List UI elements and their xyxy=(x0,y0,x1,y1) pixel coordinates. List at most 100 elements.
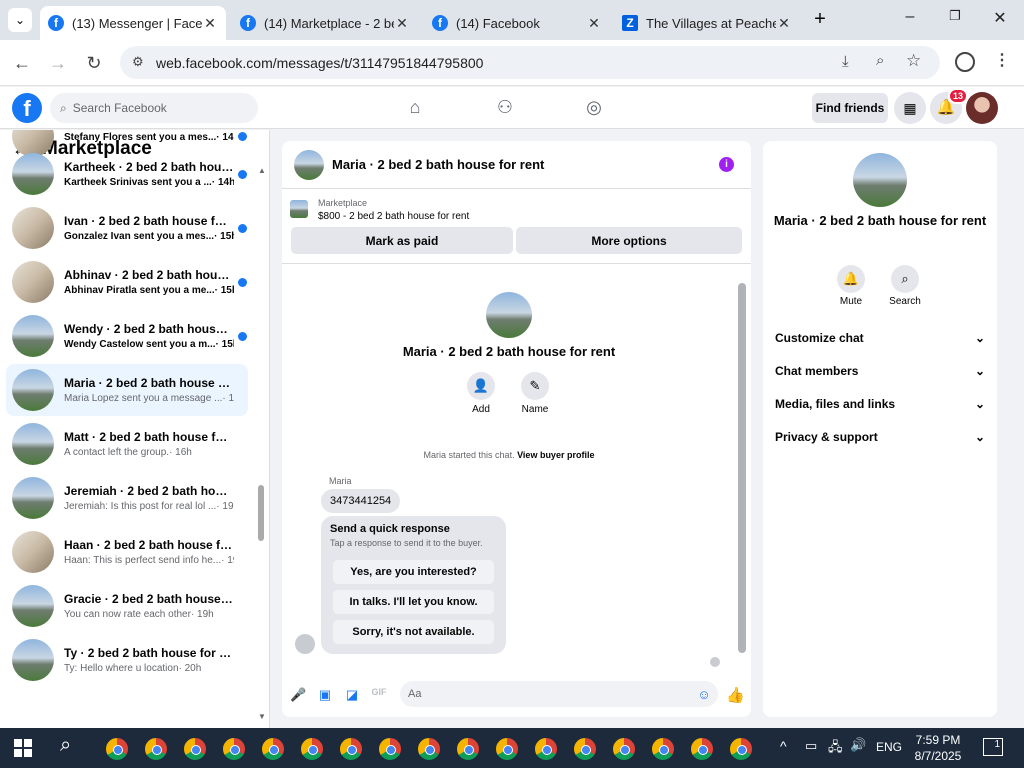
tab-close-icon[interactable]: ✕ xyxy=(202,15,218,32)
network-icon[interactable]: 🖧 xyxy=(828,738,843,760)
chrome-taskbar-icon[interactable] xyxy=(260,736,286,762)
conversation-item[interactable]: Maria · 2 bed 2 bath house for r... Maria… xyxy=(6,364,248,416)
zoom-icon[interactable]: ⌕ xyxy=(876,52,884,69)
quick-response-not-available[interactable]: Sorry, it's not available. xyxy=(333,620,494,644)
mute-bell-icon[interactable]: 🔔 xyxy=(837,265,865,293)
chrome-taskbar-icon[interactable] xyxy=(611,736,637,762)
conversation-item[interactable]: Ivan · 2 bed 2 bath house for ... Gonzale… xyxy=(6,202,248,254)
profile-icon[interactable] xyxy=(955,52,975,72)
tray-chevron-icon[interactable]: ^ xyxy=(780,738,787,754)
chat-title[interactable]: Maria · 2 bed 2 bath house for rent xyxy=(332,157,544,172)
sticker-icon[interactable]: ◪ xyxy=(344,687,360,703)
chrome-taskbar-icon[interactable] xyxy=(299,736,325,762)
forward-arrow-icon[interactable]: → xyxy=(45,50,71,76)
account-avatar[interactable] xyxy=(966,92,998,124)
tab-marketplace[interactable]: f (14) Marketplace - 2 bed ✕ xyxy=(232,6,418,40)
sidebar-scrollbar[interactable] xyxy=(258,485,264,541)
friends-icon[interactable]: ⚇ xyxy=(494,97,516,119)
chat-scrollbar[interactable] xyxy=(738,283,746,653)
more-options-button[interactable]: More options xyxy=(516,227,742,254)
browser-menu-icon[interactable]: ⋮ xyxy=(994,50,1010,70)
tab-close-icon[interactable]: ✕ xyxy=(586,15,602,32)
conversation-item[interactable]: Kartheek · 2 bed 2 bath house... Kartheek… xyxy=(6,148,248,200)
emoji-icon[interactable]: ☺ xyxy=(696,687,712,703)
customize-chat-section[interactable]: Customize chat ⌄ xyxy=(775,325,985,351)
conversation-item[interactable]: Haan · 2 bed 2 bath house for r... Haan: … xyxy=(6,526,248,578)
chat-avatar[interactable] xyxy=(294,149,324,180)
conversation-item[interactable]: Wendy · 2 bed 2 bath house f... Wendy Cas… xyxy=(6,310,248,362)
notification-center-icon[interactable]: 1 xyxy=(983,738,1003,756)
maximize-button[interactable]: ❐ xyxy=(940,8,970,32)
close-window-button[interactable]: ✕ xyxy=(985,8,1015,32)
conversation-item[interactable]: Gracie · 2 bed 2 bath house for ... You c… xyxy=(6,580,248,632)
groups-icon[interactable]: ◎ xyxy=(583,97,605,119)
message-input[interactable]: Aa xyxy=(400,681,718,707)
chrome-taskbar-icon[interactable] xyxy=(416,736,442,762)
photo-icon[interactable]: ▣ xyxy=(317,687,333,703)
scroll-up-arrow-icon[interactable]: ▲ xyxy=(258,166,266,175)
address-bar[interactable]: ⚙ web.facebook.com/messages/t/3114795184… xyxy=(120,46,940,79)
facebook-search-input[interactable]: ⌕ Search Facebook xyxy=(50,93,258,123)
conversation-item[interactable]: Jeremiah · 2 bed 2 bath house f... Jeremi… xyxy=(6,472,248,524)
meet-icon[interactable]: ▭ xyxy=(805,738,817,754)
chrome-taskbar-icon[interactable] xyxy=(104,736,130,762)
find-friends-button[interactable]: Find friends xyxy=(812,93,888,123)
chrome-taskbar-icon[interactable] xyxy=(377,736,403,762)
add-people-icon[interactable]: 👤 xyxy=(467,372,495,400)
reload-icon[interactable]: ↻ xyxy=(81,50,107,76)
privacy-support-section[interactable]: Privacy & support ⌄ xyxy=(775,424,985,450)
chrome-taskbar-icon[interactable] xyxy=(650,736,676,762)
menu-grid-icon[interactable]: ▦ xyxy=(894,92,926,124)
chrome-taskbar-icon[interactable] xyxy=(221,736,247,762)
chrome-taskbar-icon[interactable] xyxy=(533,736,559,762)
media-files-links-section[interactable]: Media, files and links ⌄ xyxy=(775,391,985,417)
search-icon[interactable]: ⌕ xyxy=(60,734,71,757)
chrome-taskbar-icon[interactable] xyxy=(494,736,520,762)
tab-close-icon[interactable]: ✕ xyxy=(394,15,410,32)
listing-thumbnail[interactable] xyxy=(290,200,308,218)
gif-icon[interactable]: GIF xyxy=(371,687,387,703)
info-icon[interactable]: i xyxy=(719,157,734,172)
tab-close-icon[interactable]: ✕ xyxy=(776,15,792,32)
microphone-icon[interactable]: 🎤 xyxy=(290,687,306,703)
chrome-taskbar-icon[interactable] xyxy=(728,736,754,762)
tab-search-button[interactable]: ⌄ xyxy=(8,8,32,32)
conversation-time: · 19h xyxy=(190,609,214,620)
url-text[interactable]: web.facebook.com/messages/t/311479518447… xyxy=(156,55,483,71)
view-buyer-profile-link[interactable]: View buyer profile xyxy=(517,450,594,460)
bookmark-star-icon[interactable]: ☆ xyxy=(906,51,921,71)
chrome-taskbar-icon[interactable] xyxy=(338,736,364,762)
quick-response-in-talks[interactable]: In talks. I'll let you know. xyxy=(333,590,494,614)
clock[interactable]: 7:59 PM 8/7/2025 xyxy=(912,732,964,764)
facebook-logo[interactable]: f xyxy=(12,93,42,123)
tab-facebook[interactable]: f (14) Facebook ✕ xyxy=(424,6,610,40)
chat-members-section[interactable]: Chat members ⌄ xyxy=(775,358,985,384)
listing-title[interactable]: $800 - 2 bed 2 bath house for rent xyxy=(318,211,469,222)
quick-response-yes[interactable]: Yes, are you interested? xyxy=(333,560,494,584)
tab-messenger[interactable]: f (13) Messenger | Facebook ✕ xyxy=(40,6,226,40)
new-tab-button[interactable]: + xyxy=(810,8,830,32)
tab-villages[interactable]: Z The Villages at Peachers ✕ xyxy=(614,6,800,40)
conversation-item[interactable]: Matt · 2 bed 2 bath house for r... A cont… xyxy=(6,418,248,470)
conversation-item[interactable]: Ty · 2 bed 2 bath house for rent Ty: Hell… xyxy=(6,634,248,686)
thumbs-up-icon[interactable]: 👍 xyxy=(726,686,745,704)
windows-start-icon[interactable] xyxy=(14,739,32,757)
home-icon[interactable]: ⌂ xyxy=(404,97,426,119)
edit-name-icon[interactable]: ✎ xyxy=(521,372,549,400)
chrome-taskbar-icon[interactable] xyxy=(572,736,598,762)
chrome-taskbar-icon[interactable] xyxy=(689,736,715,762)
site-info-icon[interactable]: ⚙ xyxy=(132,54,144,70)
volume-icon[interactable]: 🔊 xyxy=(850,737,866,753)
language-indicator[interactable]: ENG xyxy=(876,740,902,754)
chrome-taskbar-icon[interactable] xyxy=(143,736,169,762)
conversation-item[interactable]: Abhinav · 2 bed 2 bath house ... Abhinav … xyxy=(6,256,248,308)
minimize-button[interactable]: – xyxy=(895,8,925,32)
chrome-taskbar-icon[interactable] xyxy=(182,736,208,762)
search-icon[interactable]: ⌕ xyxy=(891,265,919,293)
mark-as-paid-button[interactable]: Mark as paid xyxy=(291,227,513,254)
scroll-down-arrow-icon[interactable]: ▼ xyxy=(258,712,266,721)
message-bubble[interactable]: 3473441254 xyxy=(321,489,401,513)
install-app-icon[interactable]: ⤓ xyxy=(842,53,849,70)
chrome-taskbar-icon[interactable] xyxy=(455,736,481,762)
back-arrow-icon[interactable]: ← xyxy=(9,50,35,76)
